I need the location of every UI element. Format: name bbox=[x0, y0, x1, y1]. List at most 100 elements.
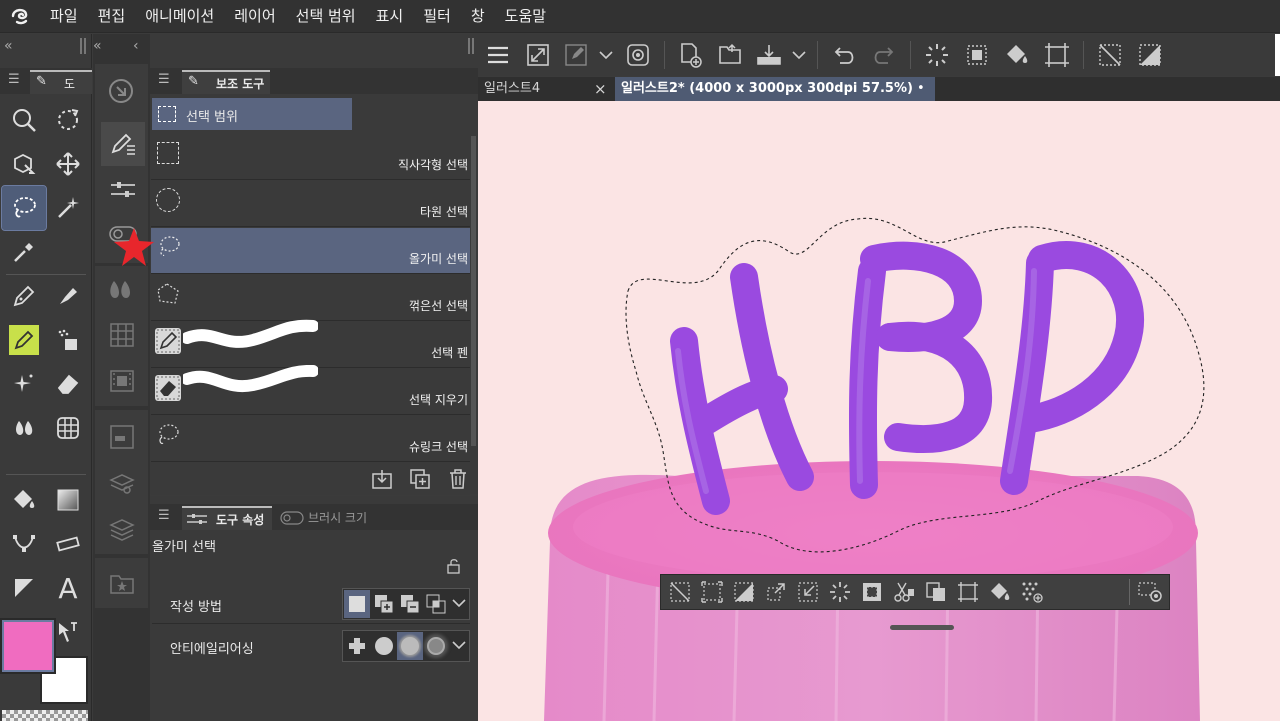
save-icon[interactable] bbox=[751, 35, 787, 75]
new-file-icon[interactable] bbox=[671, 35, 711, 75]
tab-illust2[interactable]: 일러스트2* (4000 x 3000px 300dpi 57.5%) • bbox=[615, 77, 935, 101]
text-tool-icon[interactable]: A bbox=[46, 566, 90, 610]
subtool-item-shrink[interactable]: 슈링크 선택 bbox=[151, 416, 470, 462]
frame-tool-icon[interactable] bbox=[46, 406, 90, 450]
select-all-icon[interactable] bbox=[697, 577, 727, 607]
collapse-icon[interactable]: « bbox=[93, 38, 102, 54]
aa-none-button[interactable] bbox=[344, 632, 370, 660]
tab-illust4[interactable]: 일러스트4 × bbox=[478, 77, 614, 101]
subtract-selection-button[interactable] bbox=[397, 590, 423, 618]
menu-view[interactable]: 표시 bbox=[366, 0, 414, 33]
toolbox-tab[interactable]: ✎ 도 bbox=[30, 70, 92, 94]
copy-paste-icon[interactable] bbox=[921, 577, 951, 607]
drawing-canvas[interactable] bbox=[478, 101, 1280, 721]
tone-icon[interactable] bbox=[1017, 577, 1047, 607]
tool-property-tab[interactable]: 도구 속성 bbox=[182, 506, 272, 530]
subtool-item-lasso[interactable]: 올가미 선택 bbox=[151, 228, 470, 274]
gradient-tool-icon[interactable] bbox=[46, 478, 90, 522]
clear-icon[interactable] bbox=[917, 35, 957, 75]
aa-medium-button[interactable] bbox=[397, 632, 423, 660]
transform-icon[interactable] bbox=[1037, 35, 1077, 75]
menu-layer[interactable]: 레이어 bbox=[224, 0, 285, 33]
chevron-down-icon[interactable] bbox=[451, 637, 467, 653]
subtool-group-button[interactable]: 선택 범위 bbox=[152, 98, 352, 130]
selection-toolbar-handle[interactable] bbox=[890, 625, 954, 630]
deselect-icon[interactable] bbox=[665, 577, 695, 607]
object-tool-icon[interactable] bbox=[2, 142, 46, 186]
delete-subtool-icon[interactable] bbox=[447, 468, 469, 490]
invert-selection-icon[interactable] bbox=[729, 577, 759, 607]
material-palette-icon[interactable] bbox=[109, 570, 135, 596]
fill-selection-icon[interactable] bbox=[985, 577, 1015, 607]
color-set-palette-icon[interactable] bbox=[109, 322, 135, 348]
layer-property-palette-icon[interactable] bbox=[109, 424, 135, 450]
menu-edit[interactable]: 편집 bbox=[88, 0, 136, 33]
clear-outside-icon[interactable] bbox=[857, 577, 887, 607]
menu-file[interactable]: 파일 bbox=[40, 0, 88, 33]
menu-icon[interactable]: ☰ bbox=[8, 72, 20, 87]
menu-help[interactable]: 도움말 bbox=[495, 0, 556, 33]
spray-tool-icon[interactable] bbox=[46, 318, 90, 362]
eraser-tool-icon[interactable] bbox=[46, 362, 90, 406]
menu-animation[interactable]: 애니메이션 bbox=[135, 0, 224, 33]
chevron-down-icon[interactable] bbox=[787, 35, 811, 75]
color-circle-palette-icon[interactable] bbox=[105, 276, 135, 304]
brush-size-tab[interactable]: 브러시 크기 bbox=[276, 506, 378, 530]
transparent-color-swatch[interactable] bbox=[2, 710, 88, 721]
tab-close-icon[interactable]: × bbox=[594, 77, 607, 101]
menu-selection[interactable]: 선택 범위 bbox=[286, 0, 366, 33]
pen-tool-icon[interactable] bbox=[2, 274, 46, 318]
zoom-tool-icon[interactable] bbox=[2, 98, 46, 142]
panel-collapse-icon[interactable]: « bbox=[4, 38, 13, 54]
rotate-tool-icon[interactable] bbox=[46, 98, 90, 142]
subtool-item-select-eraser[interactable]: 선택 지우기 bbox=[151, 365, 470, 415]
main-color-swatch[interactable] bbox=[0, 618, 56, 674]
clear-outside-selection-icon[interactable] bbox=[957, 35, 997, 75]
fill-icon[interactable] bbox=[997, 35, 1037, 75]
open-folder-icon[interactable] bbox=[711, 35, 751, 75]
ruler-tool-icon[interactable] bbox=[46, 522, 90, 566]
subtool-scrollbar[interactable] bbox=[471, 136, 476, 446]
subtool-tab[interactable]: ✎ 보조 도구 bbox=[182, 70, 270, 94]
invert-selection-icon[interactable] bbox=[1130, 35, 1170, 75]
selection-settings-icon[interactable] bbox=[1135, 577, 1165, 607]
drawing-mode-icon[interactable] bbox=[558, 35, 594, 75]
intersect-selection-button[interactable] bbox=[423, 590, 449, 618]
shrink-selection-icon[interactable] bbox=[793, 577, 823, 607]
menu-icon[interactable]: ☰ bbox=[158, 72, 170, 87]
move-tool-icon[interactable] bbox=[46, 142, 90, 186]
fill-tool-icon[interactable] bbox=[2, 478, 46, 522]
auto-select-tool-icon[interactable] bbox=[46, 186, 90, 230]
chevron-down-icon[interactable] bbox=[594, 35, 618, 75]
lasso-tool-icon[interactable] bbox=[1, 185, 47, 231]
figure-tool-icon[interactable] bbox=[2, 522, 46, 566]
subtool-item-select-pen[interactable]: 선택 펜 bbox=[151, 319, 470, 368]
ink-tool-icon[interactable] bbox=[46, 274, 90, 318]
companion-icon[interactable] bbox=[618, 35, 658, 75]
undo-icon[interactable] bbox=[824, 35, 864, 75]
subtool-item-ellipse[interactable]: 타원 선택 bbox=[151, 181, 470, 227]
subtool-palette-icon[interactable] bbox=[101, 122, 145, 166]
clear-icon[interactable] bbox=[825, 577, 855, 607]
cut-paste-icon[interactable] bbox=[889, 577, 919, 607]
add-selection-button[interactable] bbox=[371, 590, 397, 618]
subtool-item-rect[interactable]: 직사각형 선택 bbox=[151, 134, 470, 180]
layer-palette-icon[interactable] bbox=[109, 516, 135, 542]
menu-filter[interactable]: 필터 bbox=[413, 0, 461, 33]
marker-tool-icon[interactable] bbox=[2, 318, 46, 362]
panel-grip-icon[interactable] bbox=[80, 38, 86, 54]
eyedropper-tool-icon[interactable] bbox=[2, 230, 46, 274]
aa-strong-button[interactable] bbox=[423, 632, 449, 660]
lock-icon[interactable] bbox=[446, 558, 462, 574]
new-selection-button[interactable] bbox=[344, 590, 370, 618]
sparkle-tool-icon[interactable] bbox=[2, 362, 46, 406]
menu-icon[interactable]: ☰ bbox=[158, 508, 170, 523]
navigator-icon[interactable] bbox=[106, 76, 136, 106]
panel-grip-icon[interactable] bbox=[468, 38, 474, 54]
scale-rotate-icon[interactable] bbox=[953, 577, 983, 607]
duplicate-subtool-icon[interactable] bbox=[409, 468, 431, 490]
blend-tool-icon[interactable] bbox=[2, 406, 46, 450]
import-subtool-icon[interactable] bbox=[371, 468, 393, 490]
balloon-tail-tool-icon[interactable] bbox=[2, 566, 46, 610]
chevron-down-icon[interactable] bbox=[451, 595, 467, 611]
